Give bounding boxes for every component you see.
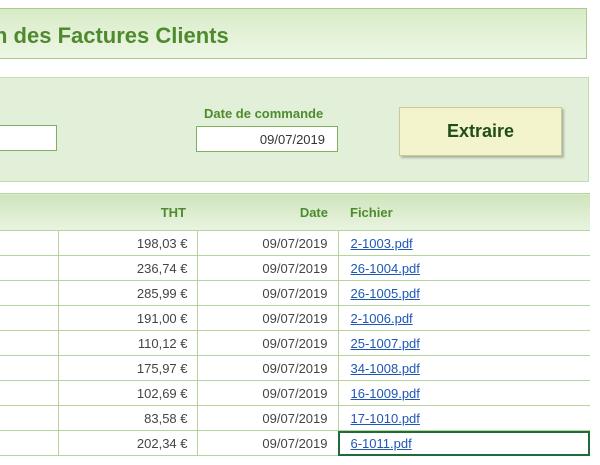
header-date: Date [197, 193, 338, 231]
cell-file[interactable]: 34-1008.pdf [338, 355, 590, 381]
table-row: 236,74 €09/07/2019 26-1004.pdf [0, 255, 590, 281]
pdf-link[interactable]: 26-1004.pdf [351, 261, 420, 276]
table-row: 83,58 €09/07/2019 17-1010.pdf [0, 405, 590, 431]
table-header-row: THT Date Fichier [0, 193, 590, 231]
cell-date[interactable]: 09/07/2019 [197, 230, 339, 256]
cell-tht[interactable]: 175,97 € [58, 355, 198, 381]
cell-first[interactable] [0, 405, 59, 431]
cell-first[interactable] [0, 355, 59, 381]
table-row: 198,03 €09/07/2019 2-1003.pdf [0, 230, 590, 256]
cell-date[interactable]: 09/07/2019 [197, 330, 339, 356]
header-first [0, 193, 58, 231]
cell-file[interactable]: 2-1006.pdf [338, 305, 590, 331]
cell-tht[interactable]: 191,00 € [58, 305, 198, 331]
pdf-link[interactable]: 6-1011.pdf [351, 436, 412, 451]
cell-file[interactable]: 6-1011.pdf [338, 430, 590, 456]
header-tht: THT [58, 193, 197, 231]
cell-date[interactable]: 09/07/2019 [197, 280, 339, 306]
pdf-link[interactable]: 2-1003.pdf [351, 236, 413, 251]
cell-tht[interactable]: 83,58 € [58, 405, 198, 431]
cell-file[interactable]: 26-1005.pdf [338, 280, 590, 306]
table-row: 202,34 €09/07/2019 6-1011.pdf [0, 430, 590, 456]
pdf-link[interactable]: 25-1007.pdf [351, 336, 420, 351]
cell-first[interactable] [0, 430, 59, 456]
cell-file[interactable]: 25-1007.pdf [338, 330, 590, 356]
cell-tht[interactable]: 198,03 € [58, 230, 198, 256]
cell-file[interactable]: 2-1003.pdf [338, 230, 590, 256]
title-banner: n des Factures Clients [0, 8, 587, 59]
pdf-link[interactable]: 2-1006.pdf [351, 311, 413, 326]
cell-first[interactable] [0, 305, 59, 331]
cell-tht[interactable]: 110,12 € [58, 330, 198, 356]
cell-first[interactable] [0, 280, 59, 306]
cell-first[interactable] [0, 230, 59, 256]
pdf-link[interactable]: 34-1008.pdf [351, 361, 420, 376]
header-file: Fichier [338, 193, 590, 231]
date-input[interactable]: 09/07/2019 [196, 126, 338, 152]
cell-date[interactable]: 09/07/2019 [197, 255, 339, 281]
table-row: 191,00 €09/07/2019 2-1006.pdf [0, 305, 590, 331]
cell-file[interactable]: 17-1010.pdf [338, 405, 590, 431]
cell-tht[interactable]: 102,69 € [58, 380, 198, 406]
table-row: 102,69 €09/07/2019 16-1009.pdf [0, 380, 590, 406]
cell-tht[interactable]: 285,99 € [58, 280, 198, 306]
table-row: 175,97 €09/07/2019 34-1008.pdf [0, 355, 590, 381]
filter-input-left[interactable] [0, 125, 57, 151]
cell-file[interactable]: 26-1004.pdf [338, 255, 590, 281]
invoice-table: THT Date Fichier 198,03 €09/07/2019 2-100… [0, 193, 590, 456]
cell-date[interactable]: 09/07/2019 [197, 405, 339, 431]
cell-file[interactable]: 16-1009.pdf [338, 380, 590, 406]
table-row: 110,12 €09/07/2019 25-1007.pdf [0, 330, 590, 356]
cell-date[interactable]: 09/07/2019 [197, 305, 339, 331]
cell-first[interactable] [0, 380, 59, 406]
pdf-link[interactable]: 26-1005.pdf [351, 286, 420, 301]
cell-date[interactable]: 09/07/2019 [197, 355, 339, 381]
page-title: n des Factures Clients [0, 23, 229, 48]
cell-tht[interactable]: 202,34 € [58, 430, 198, 456]
pdf-link[interactable]: 16-1009.pdf [351, 386, 420, 401]
cell-first[interactable] [0, 330, 59, 356]
cell-date[interactable]: 09/07/2019 [197, 380, 339, 406]
cell-date[interactable]: 09/07/2019 [197, 430, 339, 456]
pdf-link[interactable]: 17-1010.pdf [351, 411, 420, 426]
cell-first[interactable] [0, 255, 59, 281]
cell-tht[interactable]: 236,74 € [58, 255, 198, 281]
extract-button[interactable]: Extraire [399, 107, 562, 156]
date-label: Date de commande [204, 106, 324, 121]
table-row: 285,99 €09/07/2019 26-1005.pdf [0, 280, 590, 306]
